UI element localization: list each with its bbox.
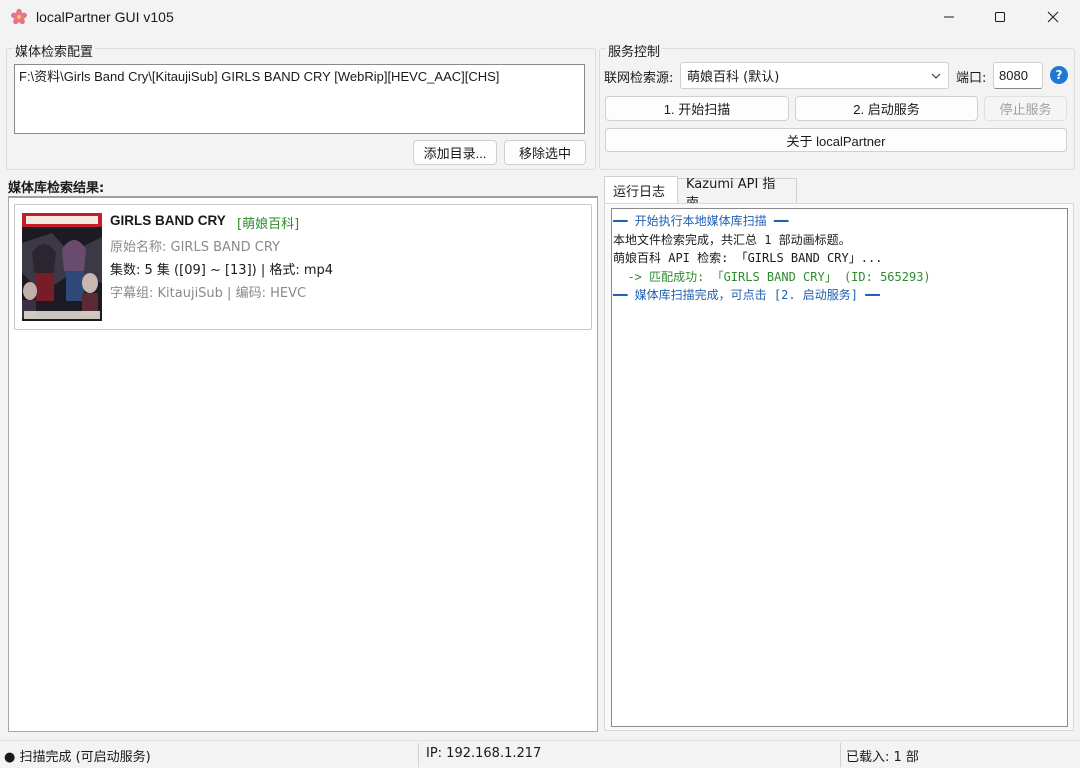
- about-button[interactable]: 关于 localPartner: [605, 128, 1067, 152]
- status-bar: ● 扫描完成 (可启动服务) IP: 192.168.1.217 已载入: 1 …: [0, 740, 1080, 768]
- start-service-button[interactable]: 2. 启动服务: [795, 96, 978, 121]
- start-scan-button[interactable]: 1. 开始扫描: [605, 96, 789, 121]
- help-icon[interactable]: ?: [1050, 66, 1068, 84]
- subtitle-group-info: 字幕组: KitaujiSub | 编码: HEVC: [110, 286, 307, 301]
- tab-kazumi-api-guide[interactable]: Kazumi API 指南: [677, 177, 797, 211]
- media-path-list[interactable]: F:\资料\Girls Band Cry\[KitaujiSub] GIRLS …: [14, 64, 585, 134]
- sakura-app-icon: [11, 8, 27, 25]
- cover-art-icon: [22, 213, 102, 321]
- status-separator: [840, 743, 841, 767]
- media-config-label: 媒体检索配置: [13, 41, 96, 60]
- tab-run-log[interactable]: 运行日志: [604, 176, 678, 204]
- log-line: ━━ 开始执行本地媒体库扫描 ━━: [613, 214, 789, 228]
- chevron-down-icon: [931, 73, 941, 79]
- run-log-output[interactable]: ━━ 开始执行本地媒体库扫描 ━━ 本地文件检索完成，共汇总 1 部动画标题。 …: [611, 208, 1068, 727]
- status-text: ● 扫描完成 (可启动服务): [4, 750, 151, 765]
- log-line: 萌娘百科 API 检索: 「GIRLS BAND CRY」...: [613, 251, 883, 265]
- source-tag: [萌娘百科]: [237, 217, 300, 232]
- source-select[interactable]: 萌娘百科 (默认): [680, 62, 949, 89]
- ip-address: IP: 192.168.1.217: [426, 746, 542, 761]
- media-path-item[interactable]: F:\资料\Girls Band Cry\[KitaujiSub] GIRLS …: [19, 68, 580, 86]
- anime-title: GIRLS BAND CRY: [110, 213, 226, 228]
- log-line: -> 匹配成功: 「GIRLS BAND CRY」 (ID: 565293): [613, 269, 931, 284]
- episode-info: 集数: 5 集 ([09] ~ [13]) | 格式: mp4: [110, 263, 334, 278]
- maximize-button[interactable]: [977, 0, 1023, 34]
- log-line: ━━ 媒体库扫描完成，可点击 [2. 启动服务] ━━: [613, 288, 880, 302]
- close-icon: [1047, 11, 1059, 23]
- minimize-icon: [944, 16, 954, 18]
- log-line: 本地文件检索完成，共汇总 1 部动画标题。: [613, 232, 851, 247]
- original-name: 原始名称: GIRLS BAND CRY: [110, 240, 280, 255]
- service-control-label: 服务控制: [606, 41, 663, 60]
- source-select-value: 萌娘百科 (默认): [687, 70, 780, 85]
- result-card[interactable]: GIRLS BAND CRY [萌娘百科] 原始名称: GIRLS BAND C…: [14, 204, 592, 330]
- anime-cover-image: [22, 213, 102, 321]
- tab-panel: ━━ 开始执行本地媒体库扫描 ━━ 本地文件检索完成，共汇总 1 部动画标题。 …: [604, 203, 1074, 731]
- maximize-icon: [995, 12, 1005, 22]
- source-label: 联网检索源:: [604, 71, 674, 86]
- loaded-count: 已载入: 1 部: [846, 750, 919, 765]
- results-title: 媒体库检索结果:: [8, 181, 105, 196]
- close-button[interactable]: [1030, 0, 1076, 34]
- results-list[interactable]: GIRLS BAND CRY [萌娘百科] 原始名称: GIRLS BAND C…: [8, 196, 598, 732]
- status-separator: [418, 743, 419, 767]
- add-directory-button[interactable]: 添加目录...: [413, 140, 497, 165]
- window-title: localPartner GUI v105: [36, 9, 174, 25]
- remove-selected-button[interactable]: 移除选中: [504, 140, 586, 165]
- port-input[interactable]: 8080: [993, 62, 1043, 89]
- title-bar: localPartner GUI v105: [0, 0, 1080, 36]
- port-label: 端口:: [956, 71, 987, 86]
- minimize-button[interactable]: [926, 0, 972, 34]
- stop-service-button[interactable]: 停止服务: [984, 96, 1067, 121]
